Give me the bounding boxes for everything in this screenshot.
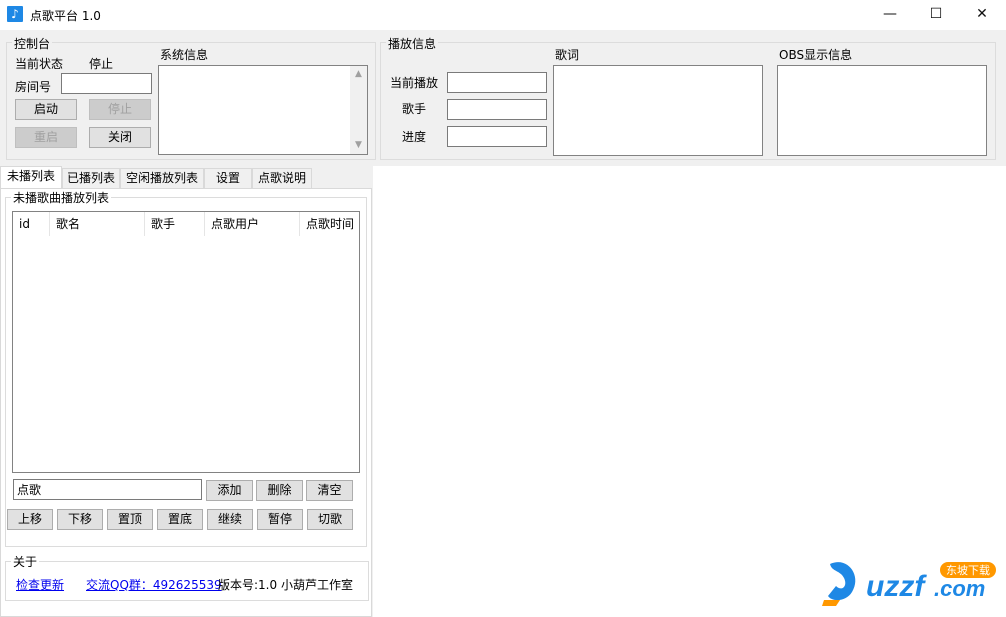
move-top-button[interactable]: 置顶 — [107, 509, 153, 530]
system-info-box[interactable]: ▲ ▼ — [158, 65, 368, 155]
clear-button[interactable]: 清空 — [306, 480, 353, 501]
obs-label: OBS显示信息 — [779, 48, 853, 62]
current-song-field[interactable] — [447, 72, 547, 93]
column-header-user[interactable]: 点歌用户 — [205, 212, 300, 236]
start-button[interactable]: 启动 — [15, 99, 77, 120]
room-input[interactable] — [61, 73, 152, 94]
move-up-button[interactable]: 上移 — [7, 509, 53, 530]
column-header-song[interactable]: 歌名 — [50, 212, 145, 236]
version-label: 版本号:1.0 小葫芦工作室 — [218, 578, 353, 592]
status-label: 当前状态 — [15, 57, 64, 71]
pause-button[interactable]: 暂停 — [257, 509, 303, 530]
column-header-id[interactable]: id — [13, 212, 50, 236]
close-button[interactable]: 关闭 — [89, 127, 151, 148]
progress-label: 进度 — [402, 130, 427, 144]
scroll-down-icon[interactable]: ▼ — [350, 137, 367, 154]
obs-box[interactable] — [777, 65, 987, 156]
song-request-input[interactable] — [13, 479, 202, 500]
move-down-button[interactable]: 下移 — [57, 509, 103, 530]
check-update-link[interactable]: 检查更新 — [16, 576, 64, 593]
window-title: 点歌平台 1.0 — [30, 9, 101, 23]
playback-group-title: 播放信息 — [386, 35, 439, 52]
song-list[interactable]: id 歌名 歌手 点歌用户 点歌时间 — [12, 211, 360, 473]
status-value: 停止 — [89, 57, 114, 71]
uzzf-logo: uzzf .com 东坡下载 — [822, 556, 1000, 608]
add-button[interactable]: 添加 — [206, 480, 253, 501]
maximize-button[interactable]: ☐ — [913, 0, 959, 30]
about-group-title: 关于 — [11, 553, 40, 570]
tab-played[interactable]: 已播列表 — [62, 168, 120, 189]
restart-button[interactable]: 重启 — [15, 127, 77, 148]
tab-idle-playlist[interactable]: 空闲播放列表 — [120, 168, 204, 189]
right-content-area — [374, 166, 1006, 617]
qq-group-link[interactable]: 交流QQ群：492625539 — [86, 576, 222, 593]
title-bar: ♪ 点歌平台 1.0 — ☐ ✕ — [0, 0, 1006, 30]
minimize-button[interactable]: — — [867, 0, 913, 30]
column-header-singer[interactable]: 歌手 — [145, 212, 205, 236]
playlist-group-title: 未播歌曲播放列表 — [11, 189, 112, 206]
uzzf-tagline: 东坡下载 — [946, 564, 990, 577]
lyrics-label: 歌词 — [555, 48, 580, 62]
stop-button[interactable]: 停止 — [89, 99, 151, 120]
continue-button[interactable]: 继续 — [207, 509, 253, 530]
scroll-up-icon[interactable]: ▲ — [350, 66, 367, 83]
svg-text:uzzf: uzzf — [866, 570, 927, 603]
skip-button[interactable]: 切歌 — [307, 509, 353, 530]
current-song-label: 当前播放 — [390, 76, 439, 90]
progress-field[interactable] — [447, 126, 547, 147]
tab-settings[interactable]: 设置 — [204, 168, 252, 189]
uzzf-logo-icon: uzzf .com 东坡下载 — [822, 562, 996, 606]
top-panel: 控制台 当前状态 停止 房间号 启动 停止 重启 关闭 系统信息 ▲ ▼ 播放信… — [0, 30, 1006, 166]
lyrics-box[interactable] — [553, 65, 763, 156]
console-group-title: 控制台 — [12, 35, 53, 52]
column-header-time[interactable]: 点歌时间 — [300, 212, 359, 236]
move-bottom-button[interactable]: 置底 — [157, 509, 203, 530]
tab-unplayed[interactable]: 未播列表 — [0, 166, 62, 189]
close-window-button[interactable]: ✕ — [959, 0, 1005, 30]
tab-instructions[interactable]: 点歌说明 — [252, 168, 312, 189]
system-info-label: 系统信息 — [160, 48, 209, 62]
svg-text:.com: .com — [934, 576, 985, 601]
system-info-scrollbar[interactable]: ▲ ▼ — [350, 66, 367, 154]
delete-button[interactable]: 删除 — [256, 480, 303, 501]
tab-page-unplayed: 未播歌曲播放列表 id 歌名 歌手 点歌用户 点歌时间 添加 删除 清空 上移 … — [0, 188, 372, 617]
room-label: 房间号 — [15, 80, 52, 94]
music-note-icon: ♪ — [7, 6, 23, 22]
singer-label: 歌手 — [402, 102, 427, 116]
left-pane: 未播列表 已播列表 空闲播放列表 设置 点歌说明 未播歌曲播放列表 id 歌名 … — [0, 166, 373, 617]
singer-field[interactable] — [447, 99, 547, 120]
